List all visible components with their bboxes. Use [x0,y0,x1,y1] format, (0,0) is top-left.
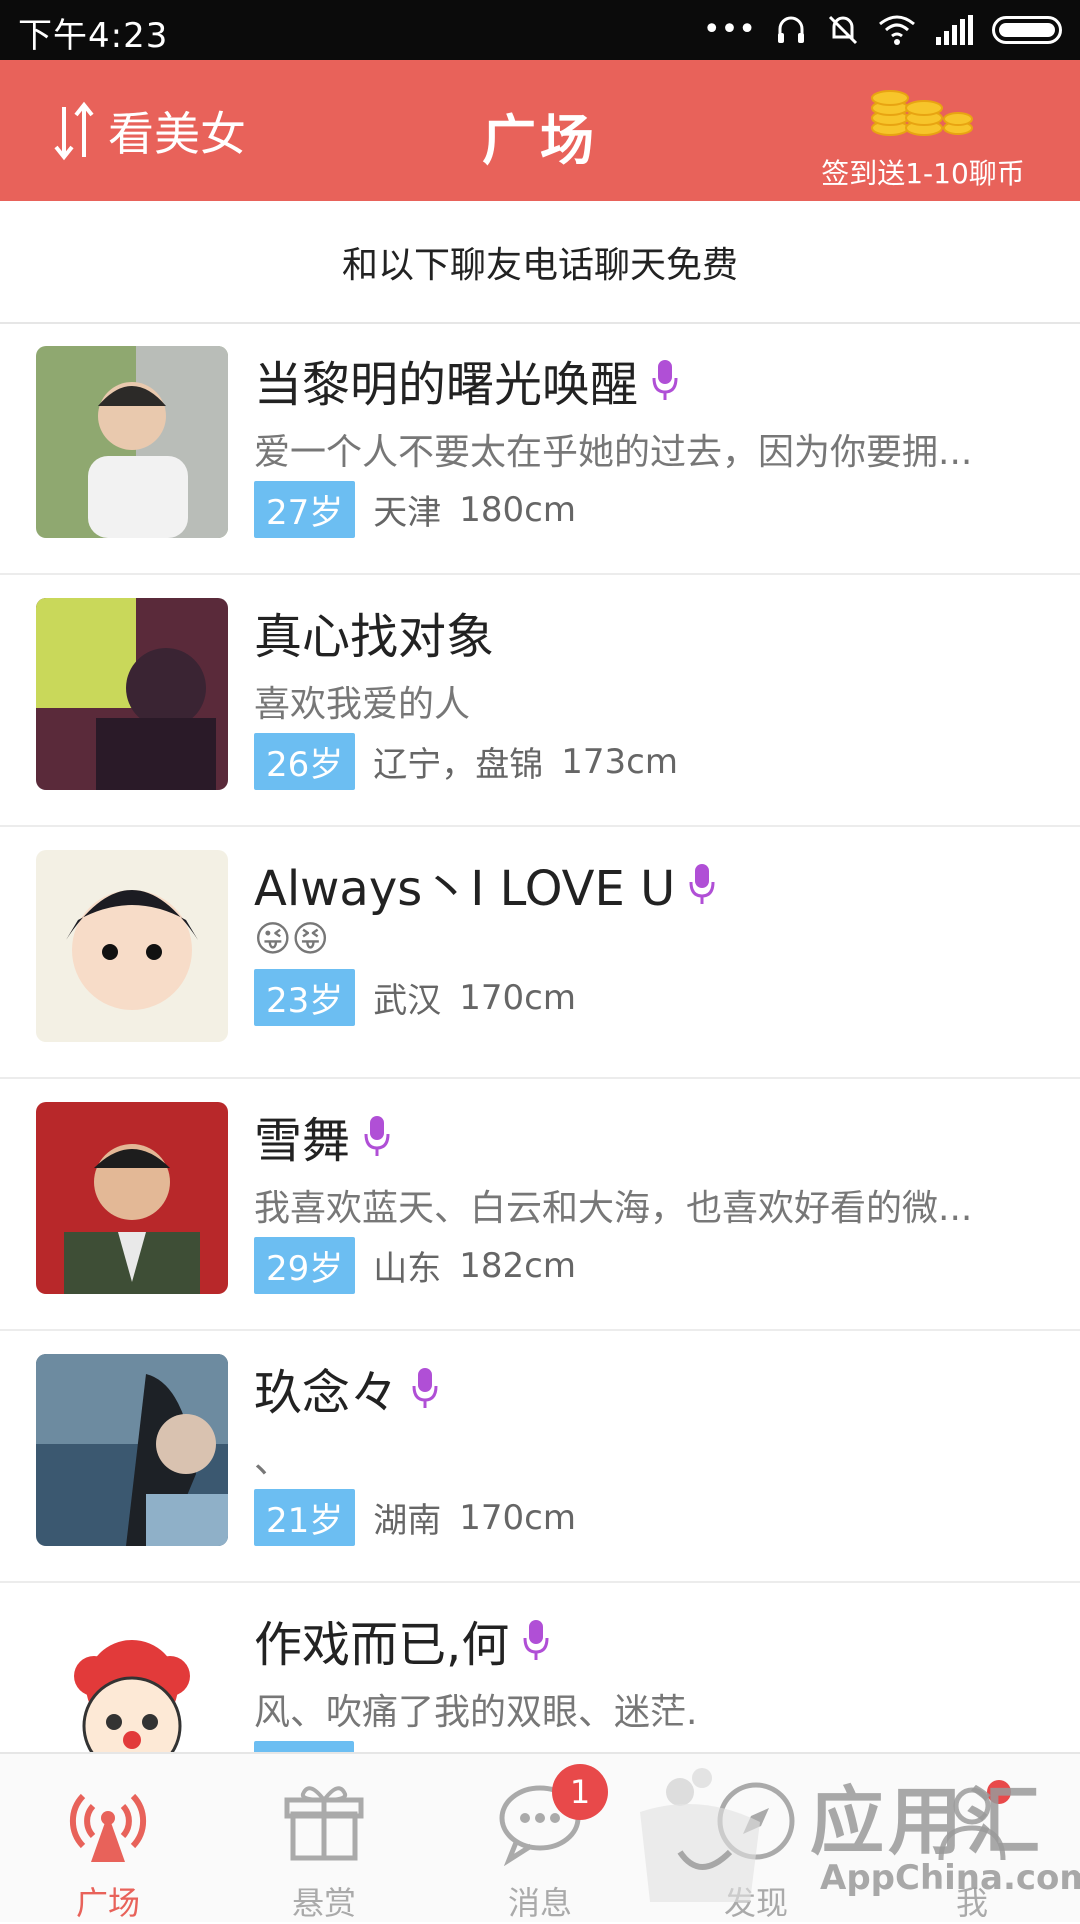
user-name-line: 玖念々 [254,1353,438,1423]
wifi-icon [879,15,915,45]
user-meta: 21岁 湖南 170cm [254,1489,576,1546]
coins-icon [871,90,973,136]
list-item[interactable]: 玖念々 、 21岁 湖南 170cm [0,1331,1080,1583]
user-list: 当黎明的曙光唤醒 爱一个人不要太在乎她的过去，因为你要拥... 27岁 天津 1… [0,323,1080,1753]
avatar[interactable] [36,850,228,1042]
tab-square[interactable]: 广场 [0,1764,216,1922]
tab-label: 悬赏 [291,1884,356,1922]
user-height: 170cm [459,1497,576,1538]
user-signature: 喜欢我爱的人 [254,684,471,725]
status-icons: ••• [703,10,1062,50]
microphone-icon[interactable] [652,358,678,402]
user-signature: 😜😝 [254,919,330,960]
user-signature: 、 [254,1440,291,1481]
user-meta: 26岁 辽宁，盘锦 173cm [254,733,678,790]
appchina-watermark: 应用汇 AppChina.com [640,1752,1080,1920]
microphone-icon[interactable] [523,1618,549,1662]
gift-icon [284,1786,364,1861]
avatar[interactable] [36,598,228,790]
age-badge: 21岁 [254,1489,356,1546]
free-call-notice: 和以下聊友电话聊天免费 [0,201,1080,324]
checkin-button[interactable]: 签到送1-10聊币 [818,82,1028,192]
user-name: 雪舞 [254,1113,351,1169]
avatar[interactable] [36,1102,228,1294]
user-signature: 爱一个人不要太在乎她的过去，因为你要拥... [254,432,973,473]
headset-icon [778,16,804,43]
microphone-icon[interactable] [412,1366,438,1410]
tab-messages[interactable]: 消息 1 [432,1764,648,1922]
microphone-icon[interactable] [689,862,715,906]
user-height: 173cm [561,741,678,782]
avatar[interactable] [36,1606,228,1753]
watermark-brand: 应用汇 [810,1779,1044,1865]
user-signature: 我喜欢蓝天、白云和大海，也喜欢好看的微... [254,1188,973,1229]
list-item[interactable]: 作戏而已,何 风、吹痛了我的双眼、迷茫. [0,1583,1080,1753]
signal-icon [936,15,973,45]
user-height: 170cm [459,977,576,1018]
user-location: 天津 [373,493,442,533]
user-name-line: Always丶I LOVE U [254,849,715,919]
user-signature: 风、吹痛了我的双眼、迷茫. [254,1692,698,1733]
list-item[interactable]: Always丶I LOVE U 😜😝 23岁 武汉 170cm [0,827,1080,1079]
user-name: 玖念々 [254,1365,399,1421]
age-badge: 27岁 [254,481,356,538]
tab-label: 广场 [75,1884,140,1922]
more-dots-icon: ••• [702,12,756,47]
user-name-line: 当黎明的曙光唤醒 [254,345,678,415]
age-badge: 29岁 [254,1237,356,1294]
user-name: Always丶I LOVE U [254,861,676,917]
user-name: 真心找对象 [254,609,495,665]
list-item[interactable]: 雪舞 我喜欢蓝天、白云和大海，也喜欢好看的微... 29岁 山东 182cm [0,1079,1080,1331]
tab-label: 消息 [507,1884,572,1922]
list-item[interactable]: 真心找对象 喜欢我爱的人 26岁 辽宁，盘锦 173cm [0,575,1080,827]
user-location: 武汉 [373,981,442,1021]
user-location: 湖南 [373,1501,442,1541]
status-time: 下午4:23 [18,16,169,56]
status-bar: 下午4:23 ••• [0,0,1080,60]
user-meta: 27岁 天津 180cm [254,481,576,538]
user-height: 182cm [459,1245,576,1286]
watermark-site: AppChina.com [820,1858,1080,1898]
user-name: 当黎明的曙光唤醒 [254,357,639,413]
user-meta: 29岁 山东 182cm [254,1237,576,1294]
unread-badge: 1 [552,1764,608,1820]
user-name-line: 作戏而已,何 [254,1605,549,1675]
user-height: 180cm [459,489,576,530]
avatar[interactable] [36,346,228,538]
checkin-label: 签到送1-10聊币 [821,157,1025,190]
microphone-icon[interactable] [364,1114,390,1158]
user-name-line: 真心找对象 [254,597,494,667]
broadcast-icon [69,1793,147,1862]
user-location: 山东 [373,1249,442,1289]
app-header: 看美女 广场 签到送1-10聊币 [0,60,1080,201]
mute-icon [828,15,858,45]
battery-icon [992,16,1062,44]
user-location: 辽宁，盘锦 [373,745,544,785]
user-name-line: 雪舞 [254,1101,390,1171]
user-meta: 23岁 武汉 170cm [254,969,576,1026]
avatar[interactable] [36,1354,228,1546]
tab-reward[interactable]: 悬赏 [216,1764,432,1922]
age-badge: 26岁 [254,733,356,790]
user-name: 作戏而已,何 [254,1617,510,1673]
list-item[interactable]: 当黎明的曙光唤醒 爱一个人不要太在乎她的过去，因为你要拥... 27岁 天津 1… [0,323,1080,575]
age-badge: 23岁 [254,969,356,1026]
